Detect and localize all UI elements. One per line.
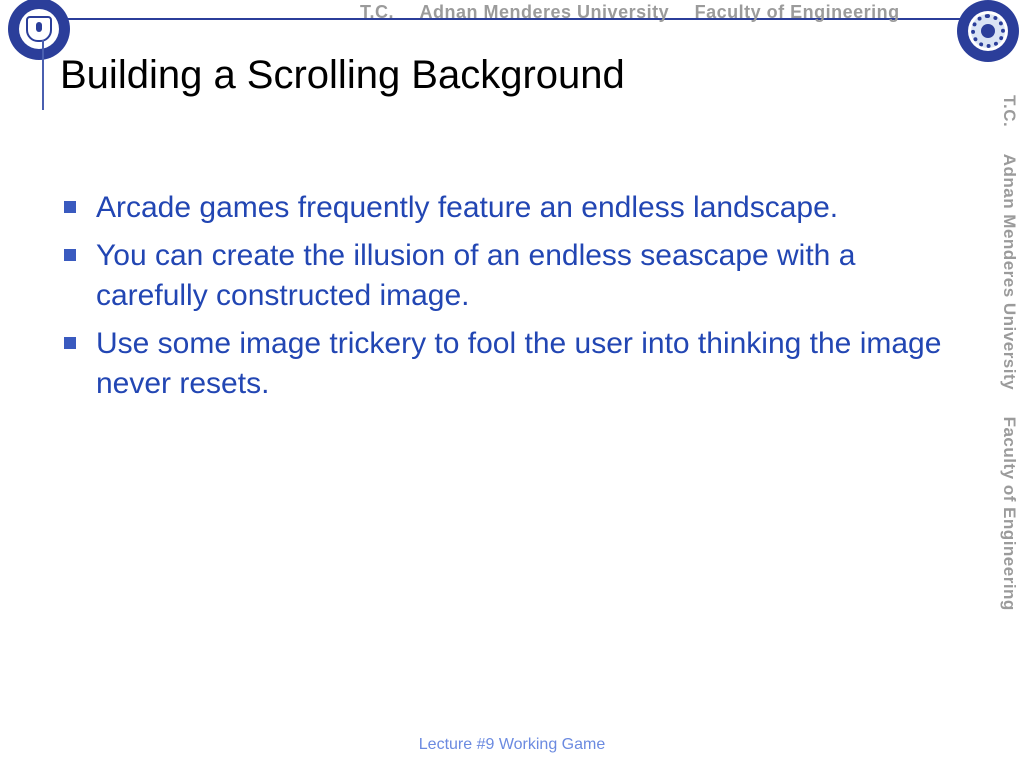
- bullet-list: Arcade games frequently feature an endle…: [58, 188, 954, 403]
- slide-body: Building a Scrolling Background Arcade g…: [0, 0, 1024, 768]
- content-region: Arcade games frequently feature an endle…: [58, 188, 954, 403]
- slide-title: Building a Scrolling Background: [60, 53, 625, 98]
- title-region: Building a Scrolling Background: [42, 40, 1024, 110]
- bullet-text: Use some image trickery to fool the user…: [96, 327, 941, 400]
- list-item: Arcade games frequently feature an endle…: [58, 188, 954, 228]
- bullet-text: You can create the illusion of an endles…: [96, 239, 855, 312]
- list-item: You can create the illusion of an endles…: [58, 236, 954, 316]
- slide-footer: Lecture #9 Working Game: [0, 736, 1024, 754]
- list-item: Use some image trickery to fool the user…: [58, 324, 954, 404]
- bullet-text: Arcade games frequently feature an endle…: [96, 191, 838, 224]
